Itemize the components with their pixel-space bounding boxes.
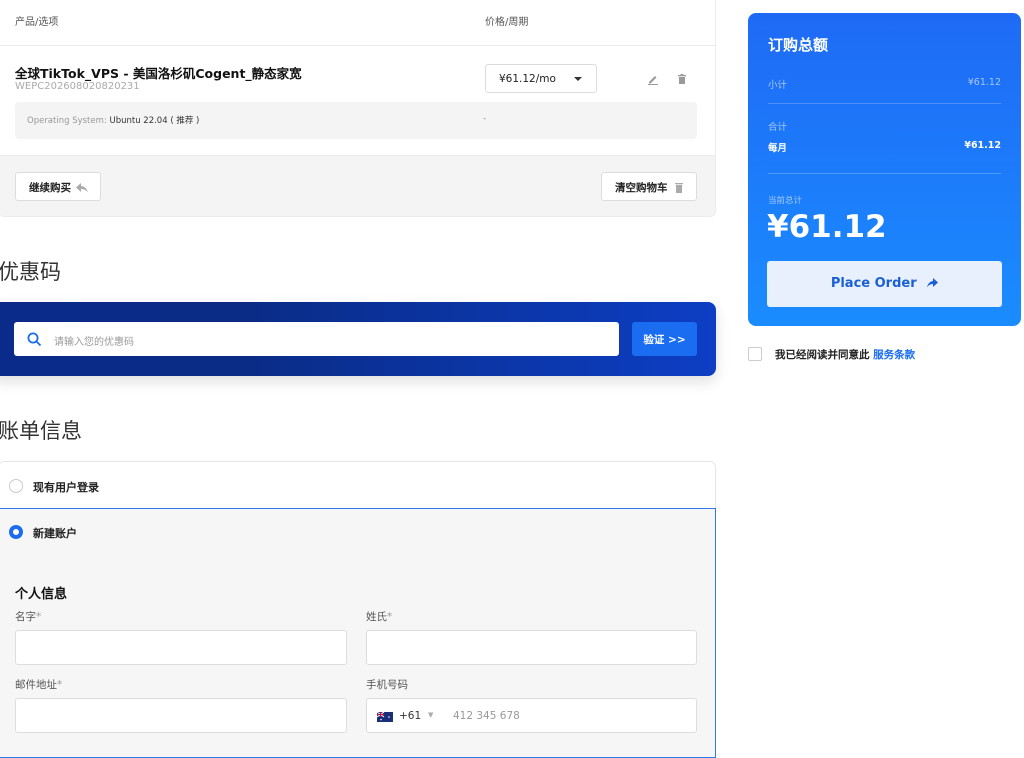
col-product: 产品/选项 (15, 17, 59, 28)
subtotal-row: 小计 ¥61.12 (768, 77, 1001, 91)
promo-code-input[interactable]: 请输入您的优惠码 (14, 322, 619, 356)
subtotal-label: 小计 (768, 80, 788, 91)
option-value: Ubuntu 22.04 ( 推荐 ) (109, 116, 200, 126)
required-mark: * (387, 611, 393, 623)
summary-title: 订购总额 (768, 36, 829, 54)
billing-cycle-select[interactable]: ¥61.12/mo (485, 64, 597, 93)
total-label: 合计 (768, 122, 788, 133)
option-price: - (483, 114, 487, 124)
promo-section-title: 优惠码 (0, 260, 61, 284)
terms-agreement: 我已经阅读并同意此 服务条款 (748, 346, 1018, 362)
due-label: 当前总计 (768, 196, 803, 206)
clear-cart-button[interactable]: 清空购物车 (601, 172, 697, 201)
chevron-down-icon: ▼ (428, 711, 434, 719)
email-field[interactable] (15, 698, 347, 733)
existing-user-label: 现有用户登录 (33, 481, 99, 494)
cart-footer: 继续购买 清空购物车 (0, 155, 715, 216)
last-name-field[interactable] (366, 630, 697, 665)
existing-user-option[interactable]: 现有用户登录 (0, 461, 716, 509)
edit-icon[interactable] (646, 71, 660, 85)
cart-header: 产品/选项 价格/周期 (0, 0, 715, 46)
product-options: Operating System: Ubuntu 22.04 ( 推荐 ) - (15, 102, 697, 139)
cart-card: 产品/选项 价格/周期 全球TikTok_VPS - 美国洛杉矶Cogent_静… (0, 0, 716, 217)
terms-link[interactable]: 服务条款 (873, 349, 915, 361)
billing-section-title: 账单信息 (0, 419, 82, 443)
monthly-label: 每月 (768, 143, 788, 154)
email-label: 邮件地址 (15, 679, 57, 691)
chevron-down-icon (574, 77, 582, 81)
trash-icon (675, 183, 683, 193)
existing-user-radio[interactable] (9, 479, 23, 493)
subtotal-value: ¥61.12 (967, 77, 1001, 88)
first-name-label: 名字 (15, 611, 36, 623)
monthly-row: 每月 ¥61.12 (768, 140, 1001, 154)
validate-promo-button[interactable]: 验证 >> (632, 322, 697, 356)
divider (768, 103, 1001, 104)
trash-icon[interactable] (675, 71, 689, 85)
divider (768, 173, 1001, 174)
last-name-label: 姓氏 (366, 611, 387, 623)
reply-icon (76, 183, 88, 193)
phone-placeholder: 412 345 678 (453, 710, 520, 722)
required-mark: * (36, 611, 42, 623)
option-label: Operating System: (27, 116, 107, 126)
share-arrow-icon (927, 278, 939, 288)
product-code: WEPC202608020820231 (15, 81, 140, 92)
required-mark: * (57, 679, 63, 691)
search-icon (27, 332, 42, 347)
total-due-amount: ¥61.12 (767, 209, 887, 245)
billing-cycle-value: ¥61.12/mo (499, 73, 556, 85)
terms-checkbox[interactable] (748, 347, 762, 361)
product-name: 全球TikTok_VPS - 美国洛杉矶Cogent_静态家宽 (15, 66, 302, 81)
first-name-field[interactable] (15, 630, 347, 665)
clear-cart-label: 清空购物车 (615, 182, 668, 194)
terms-text: 我已经阅读并同意此 (775, 349, 870, 361)
promo-code-placeholder: 请输入您的优惠码 (54, 337, 134, 348)
continue-shopping-label: 继续购买 (29, 182, 71, 194)
place-order-button[interactable]: Place Order (767, 261, 1002, 307)
phone-country-code: +61 (399, 710, 422, 722)
new-account-label: 新建账户 (33, 527, 77, 540)
new-account-panel: 新建账户 个人信息 名字* 姓氏* 邮件地址* 手机号码 +61 ▼ 412 3… (0, 508, 716, 758)
col-price: 价格/周期 (485, 17, 529, 28)
monthly-value: ¥61.12 (964, 140, 1001, 151)
australia-flag-icon[interactable] (377, 712, 393, 722)
phone-field[interactable]: +61 ▼ 412 345 678 (366, 698, 697, 733)
continue-shopping-button[interactable]: 继续购买 (15, 172, 101, 201)
personal-info-title: 个人信息 (15, 587, 68, 602)
order-summary: 订购总额 小计 ¥61.12 合计 每月 ¥61.12 当前总计 ¥61.12 … (748, 13, 1021, 326)
place-order-label: Place Order (830, 276, 917, 291)
new-account-radio[interactable] (9, 525, 23, 539)
phone-label: 手机号码 (366, 679, 408, 691)
promo-bar: 请输入您的优惠码 验证 >> (0, 302, 716, 376)
